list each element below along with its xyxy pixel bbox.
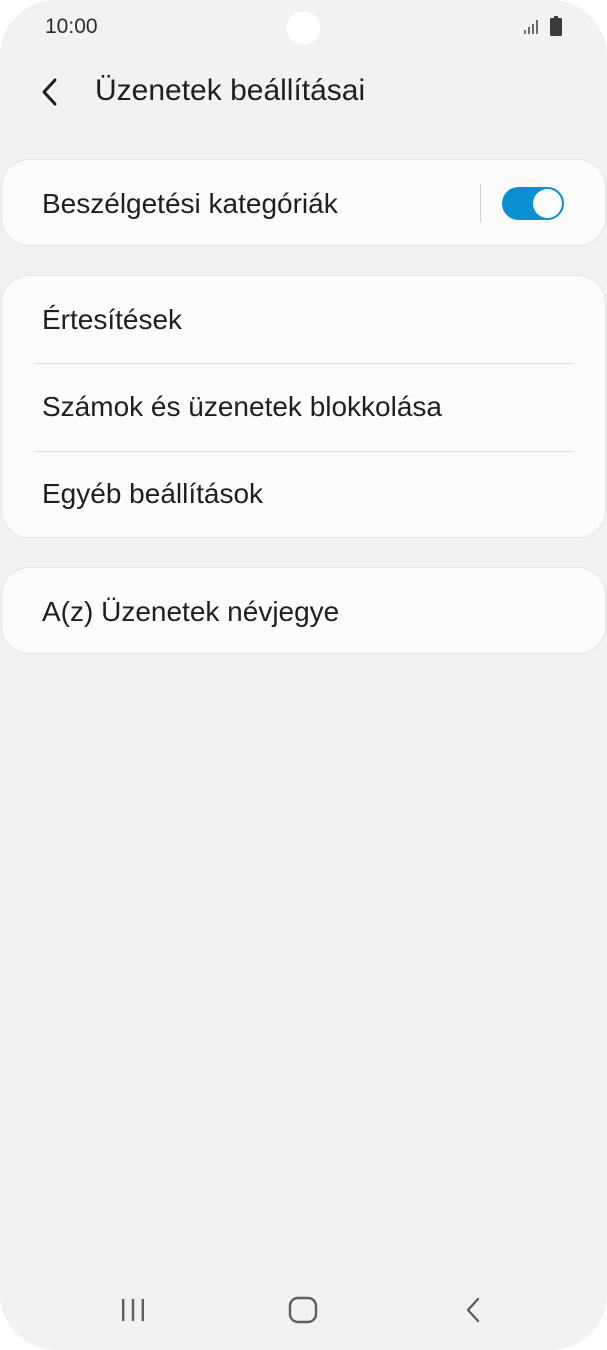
settings-item-notifications[interactable]: Értesítések [2, 276, 605, 363]
app-header: Üzenetek beállításai [0, 56, 607, 136]
conversation-categories-card: Beszélgetési kategóriák [1, 159, 606, 246]
recent-apps-button[interactable] [103, 1288, 163, 1332]
page-title: Üzenetek beállításai [95, 74, 366, 107]
conversation-categories-label: Beszélgetési kategóriák [42, 187, 338, 219]
conversation-categories-toggle[interactable] [502, 187, 564, 220]
nav-back-button[interactable] [443, 1288, 503, 1332]
toggle-knob [533, 189, 562, 218]
settings-group-card: Értesítések Számok és üzenetek blokkolás… [1, 275, 606, 538]
settings-item-other-settings[interactable]: Egyéb beállítások [2, 450, 605, 537]
conversation-categories-row[interactable]: Beszélgetési kategóriák [2, 160, 605, 247]
back-arrow-icon [42, 78, 57, 106]
toggle-separator [480, 184, 481, 222]
settings-item-block-numbers[interactable]: Számok és üzenetek blokkolása [2, 363, 605, 450]
settings-item-label: Egyéb beállítások [42, 477, 264, 509]
settings-item-label: Értesítések [42, 303, 183, 335]
about-label: A(z) Üzenetek névjegye [42, 595, 340, 627]
about-card: A(z) Üzenetek névjegye [1, 567, 606, 654]
recent-apps-icon [122, 1299, 144, 1321]
status-time: 10:00 [45, 15, 98, 38]
home-button[interactable] [273, 1288, 333, 1332]
phone-screen: 10:00 Üzenetek beállításai Beszélgetési … [0, 0, 607, 1350]
settings-item-label: Számok és üzenetek blokkolása [42, 390, 442, 422]
status-bar: 10:00 [0, 0, 607, 56]
signal-icon [524, 20, 538, 34]
camera-cutout [286, 11, 320, 45]
navigation-bar [0, 1270, 607, 1350]
back-icon [466, 1297, 480, 1323]
back-button[interactable] [28, 70, 72, 114]
battery-icon [550, 16, 562, 36]
home-icon [288, 1296, 318, 1324]
settings-item-about[interactable]: A(z) Üzenetek névjegye [2, 568, 605, 655]
